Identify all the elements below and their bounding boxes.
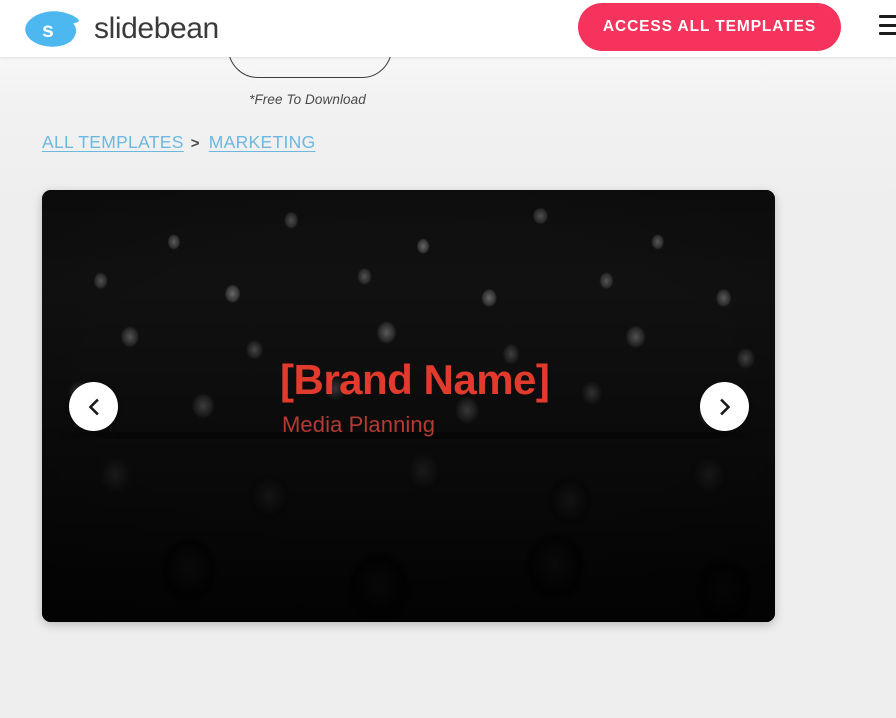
page-root: *Free To Download s slidebean ACCESS ALL… <box>0 0 896 718</box>
carousel-next-button[interactable] <box>700 382 749 431</box>
access-all-templates-button[interactable]: ACCESS ALL TEMPLATES <box>578 3 841 51</box>
chevron-right-icon <box>715 397 735 417</box>
slide-preview-card[interactable]: [Brand Name] Media Planning <box>42 190 775 622</box>
logo-link[interactable]: s slidebean <box>24 7 219 51</box>
svg-text:s: s <box>42 19 54 42</box>
hamburger-bar <box>879 15 896 19</box>
slide-title: [Brand Name] <box>280 356 550 403</box>
breadcrumb-item-all-templates[interactable]: ALL TEMPLATES <box>42 132 184 153</box>
breadcrumb-separator: > <box>190 135 200 152</box>
chevron-left-icon <box>84 397 104 417</box>
slide-subtitle: Media Planning <box>282 412 436 438</box>
slide-text-block: [Brand Name] Media Planning <box>280 356 550 438</box>
free-to-download-note: *Free To Download <box>249 92 366 107</box>
slidebean-bean-icon: s <box>24 10 80 48</box>
carousel-prev-button[interactable] <box>69 382 118 431</box>
breadcrumb: ALL TEMPLATES > MARKETING <box>42 132 315 153</box>
logo-wordmark: slidebean <box>94 12 219 45</box>
hamburger-menu-icon[interactable] <box>879 14 896 38</box>
hamburger-bar <box>879 32 896 36</box>
hamburger-bar <box>879 23 896 27</box>
site-header: s slidebean ACCESS ALL TEMPLATES <box>0 0 896 57</box>
breadcrumb-item-marketing[interactable]: MARKETING <box>209 132 316 153</box>
